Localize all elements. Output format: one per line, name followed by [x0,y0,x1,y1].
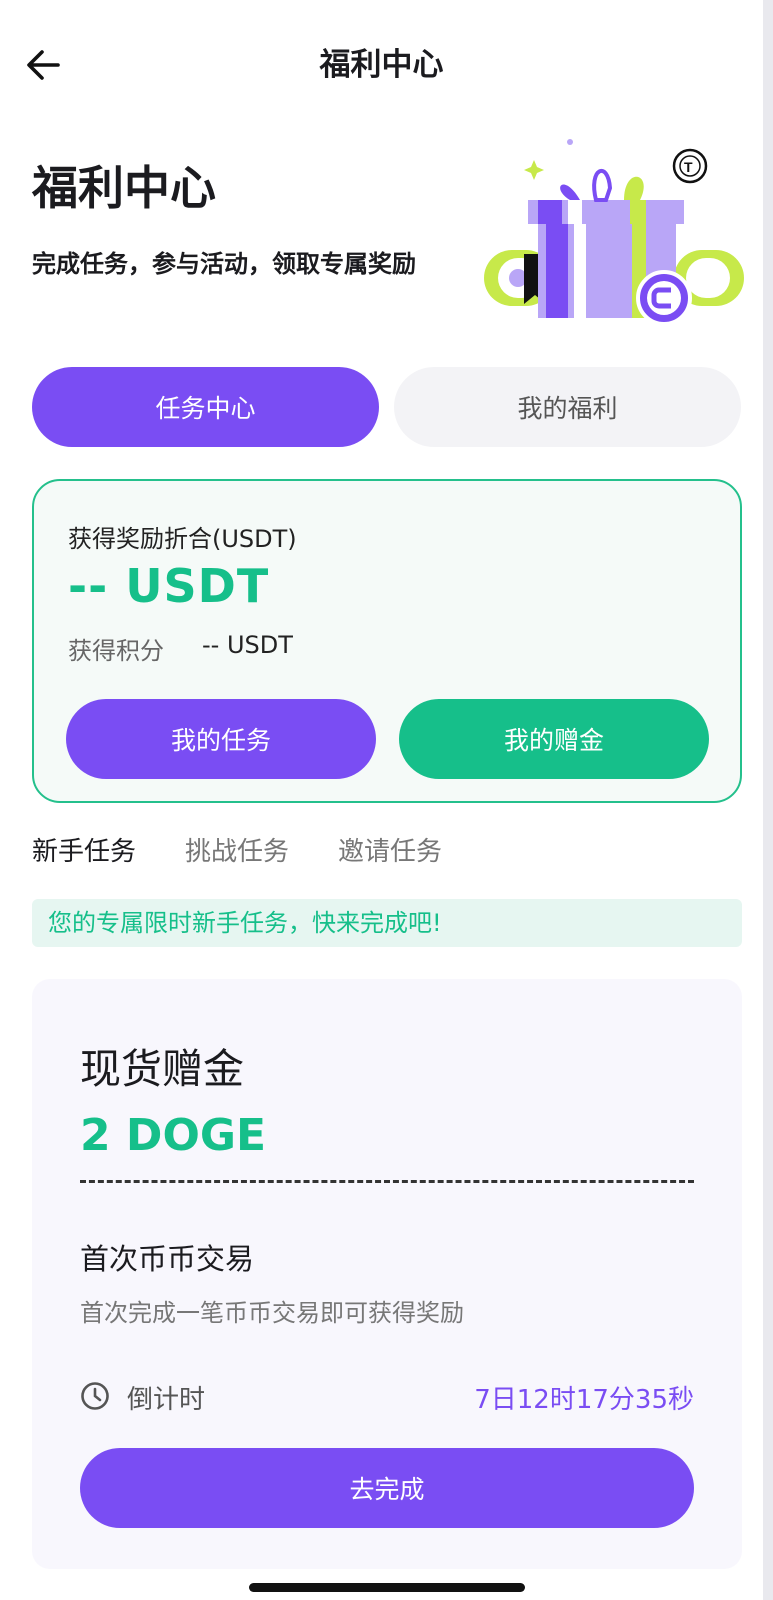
reward-label: 获得奖励折合(USDT) [68,525,297,553]
my-tasks-button[interactable]: 我的任务 [66,699,376,779]
reward-summary-card: 获得奖励折合(USDT) -- USDT 获得积分 -- USDT 我的任务 我… [32,479,742,803]
home-indicator [249,1583,525,1592]
page-title: 福利中心 [319,47,444,83]
nav-bar: 福利中心 [0,30,763,100]
task-category-tabs: 新手任务 挑战任务 邀请任务 [32,834,491,870]
tab-challenge-tasks[interactable]: 挑战任务 [185,834,289,870]
points-value: -- USDT [202,631,293,659]
svg-text:T: T [684,159,693,175]
tab-newbie-tasks[interactable]: 新手任务 [32,834,136,870]
task-description: 首次完成一笔币币交易即可获得奖励 [80,1299,464,1327]
countdown-value: 7日12时17分35秒 [474,1385,694,1415]
hero-subtitle: 完成任务，参与活动，领取专属奖励 [32,250,416,278]
tab-invite-tasks[interactable]: 邀请任务 [338,834,442,870]
reward-value: -- USDT [68,559,270,613]
points-label: 获得积分 [68,637,164,665]
tab-my-benefits[interactable]: 我的福利 [394,367,741,447]
gift-box-illustration: T [484,139,744,326]
screen-edge [763,0,773,1600]
clock-icon [81,1382,109,1410]
countdown-label: 倒计时 [127,1385,206,1415]
my-bonus-button[interactable]: 我的赠金 [399,699,709,779]
tab-task-center[interactable]: 任务中心 [32,367,379,447]
hero-title: 福利中心 [32,161,216,215]
notice-banner: 您的专属限时新手任务，快来完成吧! [32,899,742,947]
task-name: 首次币币交易 [80,1242,255,1276]
task-card: 现货赠金 2 DOGE 首次币币交易 首次完成一笔币币交易即可获得奖励 倒计时 … [32,979,742,1569]
task-reward-amount: 2 DOGE [80,1110,267,1161]
task-title: 现货赠金 [80,1045,244,1093]
dashed-divider [80,1180,694,1183]
go-complete-button[interactable]: 去完成 [80,1448,694,1528]
